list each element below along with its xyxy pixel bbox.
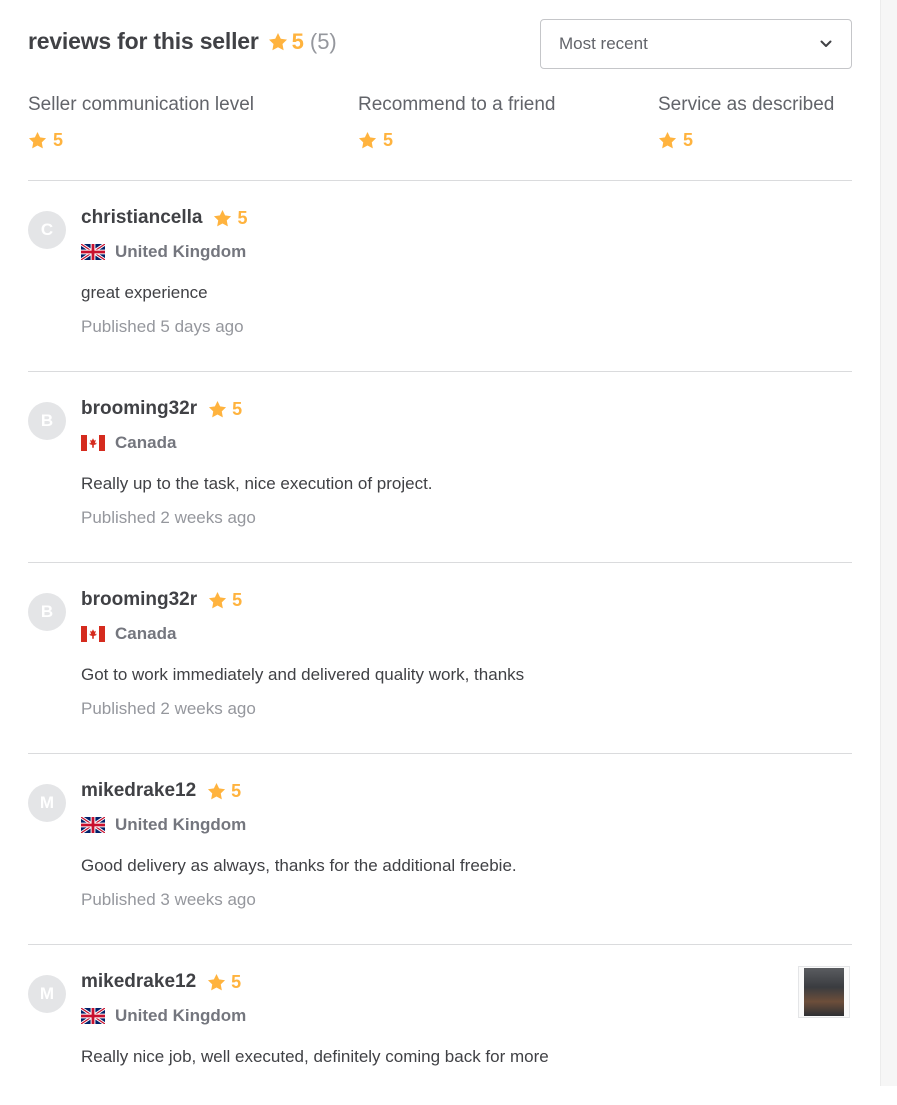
breakdown-label: Seller communication level <box>28 94 254 115</box>
review-count: (5) <box>309 28 337 54</box>
review-text: Really up to the task, nice execution of… <box>81 474 433 493</box>
breakdown-value: 5 <box>383 130 394 150</box>
sort-selected-label: Most recent <box>559 34 648 53</box>
star-icon <box>208 782 226 799</box>
reviews-header: reviews for this seller 5 (5) Most recen… <box>28 0 852 90</box>
avatar[interactable]: B <box>28 402 66 440</box>
avatar[interactable]: C <box>28 211 66 249</box>
chevron-down-icon <box>820 40 832 47</box>
avatar[interactable]: M <box>28 784 66 822</box>
title-row: reviews for this seller 5 (5) <box>28 28 337 55</box>
canada-flag-icon <box>81 435 105 451</box>
review-text: Got to work immediately and delivered qu… <box>81 665 525 684</box>
review-text: great experience <box>81 283 208 302</box>
star-icon <box>209 591 227 608</box>
uk-flag-icon <box>81 817 105 833</box>
uk-flag-icon <box>81 244 105 260</box>
breakdown-recommend: Recommend to a friend 5 <box>358 94 556 151</box>
star-icon <box>658 131 677 149</box>
review-rating: 5 <box>232 398 243 419</box>
uk-flag-icon <box>81 1008 105 1024</box>
review-item: M mikedrake12 5 United Kingdom Really ni… <box>28 945 852 1105</box>
overall-rating: 5 <box>291 28 304 54</box>
avatar[interactable]: B <box>28 593 66 631</box>
avatar[interactable]: M <box>28 975 66 1013</box>
review-rating: 5 <box>231 971 242 992</box>
review-rating: 5 <box>232 589 243 610</box>
reviews-title: reviews for this seller <box>28 28 259 54</box>
star-icon <box>208 973 226 990</box>
review-rating: 5 <box>237 207 248 228</box>
review-item: C christiancella 5 United Kingdom great … <box>28 181 852 372</box>
reviewer-country: Canada <box>115 624 177 643</box>
review-attachment-thumbnail[interactable] <box>798 966 850 1018</box>
review-item: M mikedrake12 5 United Kingdom Good deli… <box>28 754 852 945</box>
reviewer-country: United Kingdom <box>115 242 247 261</box>
rating-breakdown: Seller communication level 5 Recommend t… <box>28 90 852 181</box>
review-date: Published 5 days ago <box>81 317 244 336</box>
reviewer-username[interactable]: brooming32r <box>81 398 197 420</box>
reviewer-country: United Kingdom <box>115 815 247 834</box>
reviewer-country: United Kingdom <box>115 1006 247 1025</box>
review-text: Really nice job, well executed, definite… <box>81 1047 549 1066</box>
review-rating: 5 <box>231 780 242 801</box>
star-icon <box>358 131 377 149</box>
reviewer-username[interactable]: christiancella <box>81 207 202 229</box>
review-item: B brooming32r 5 Canada Really up to the … <box>28 372 852 563</box>
star-icon <box>28 131 47 149</box>
review-text: Good delivery as always, thanks for the … <box>81 856 517 875</box>
sort-dropdown[interactable]: Most recent <box>540 19 852 69</box>
reviewer-username[interactable]: brooming32r <box>81 589 197 611</box>
scrollbar[interactable] <box>880 0 897 1086</box>
reviewer-country: Canada <box>115 433 177 452</box>
reviews-section: reviews for this seller 5 (5) Most recen… <box>28 0 852 1105</box>
attachment-image <box>804 968 844 1016</box>
breakdown-communication: Seller communication level 5 <box>28 94 254 151</box>
breakdown-value: 5 <box>53 130 64 150</box>
review-date: Published 3 weeks ago <box>81 890 256 909</box>
breakdown-service: Service as described 5 <box>658 94 834 151</box>
star-icon <box>209 400 227 417</box>
canada-flag-icon <box>81 626 105 642</box>
breakdown-label: Recommend to a friend <box>358 94 556 115</box>
review-item: B brooming32r 5 Canada Got to work immed… <box>28 563 852 754</box>
star-icon <box>214 209 232 226</box>
reviewer-username[interactable]: mikedrake12 <box>81 780 196 802</box>
reviewer-username[interactable]: mikedrake12 <box>81 971 196 993</box>
review-date: Published 2 weeks ago <box>81 699 256 718</box>
breakdown-label: Service as described <box>658 94 835 115</box>
star-icon <box>268 32 287 50</box>
review-date: Published 2 weeks ago <box>81 508 256 527</box>
breakdown-value: 5 <box>683 130 694 150</box>
